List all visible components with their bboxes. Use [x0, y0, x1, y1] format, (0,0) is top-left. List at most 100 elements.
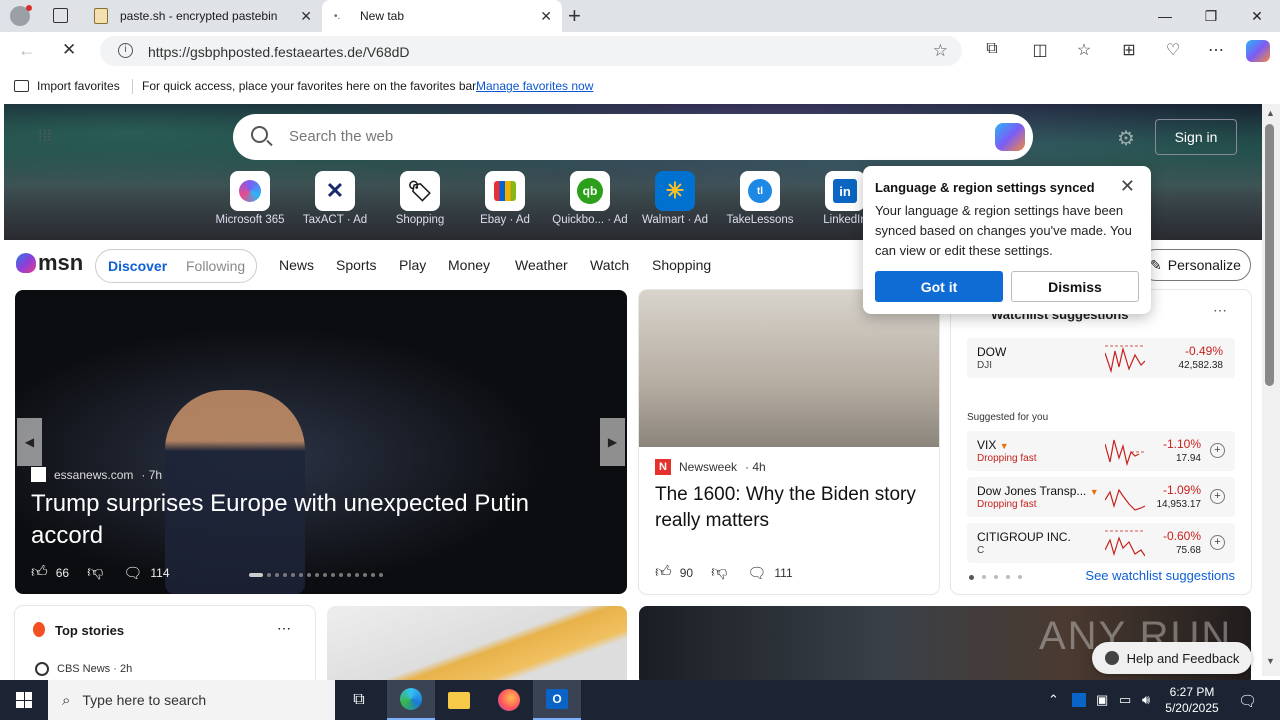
nav-play[interactable]: Play — [399, 257, 426, 273]
collections-icon[interactable]: ⊞ — [1117, 40, 1141, 62]
discover-tab[interactable]: Discover — [108, 258, 167, 274]
firefox-icon[interactable] — [485, 680, 533, 720]
nav-news[interactable]: News — [279, 257, 314, 273]
page-dot[interactable] — [982, 575, 986, 579]
meeting-icon[interactable]: ▣ — [1096, 692, 1108, 708]
network-icon[interactable]: ▭ — [1119, 692, 1131, 708]
outlook-tray-icon[interactable] — [1072, 693, 1086, 707]
carousel-dot[interactable] — [315, 573, 319, 577]
new-tab-button[interactable]: + — [568, 3, 581, 29]
top-story-source[interactable]: CBS News · 2h — [35, 662, 132, 676]
search-placeholder[interactable]: Search the web — [289, 128, 393, 145]
browser-essentials-icon[interactable]: ♡ — [1161, 40, 1185, 62]
show-hidden-icons[interactable]: ⌃ — [1048, 692, 1059, 708]
carousel-dot[interactable] — [307, 573, 311, 577]
nav-weather[interactable]: Weather — [515, 257, 568, 273]
task-view-icon[interactable]: ⧉ — [335, 680, 383, 720]
page-dot[interactable] — [969, 575, 974, 580]
got-it-button[interactable]: Got it — [875, 271, 1003, 302]
page-dot[interactable] — [1018, 575, 1022, 579]
scrollbar-thumb[interactable] — [1265, 124, 1274, 386]
close-window-button[interactable]: ✕ — [1234, 0, 1280, 32]
copilot-icon[interactable] — [1246, 40, 1270, 62]
stock-row-dow[interactable]: DOW DJI -0.49% 42,582.38 — [967, 338, 1235, 378]
sign-in-button[interactable]: Sign in — [1155, 119, 1237, 155]
search-box[interactable]: Search the web — [233, 114, 1033, 160]
quick-link-microsoft-365[interactable]: Microsoft 365 — [210, 171, 290, 226]
back-icon[interactable]: ← — [18, 40, 36, 61]
tab-paste-sh[interactable]: paste.sh - encrypted pastebin ✕ — [84, 0, 322, 32]
nav-shopping[interactable]: Shopping — [652, 257, 711, 273]
see-watchlist-link[interactable]: See watchlist suggestions — [1085, 568, 1235, 583]
carousel-dot[interactable] — [275, 573, 279, 577]
taskbar-search-placeholder[interactable]: Type here to search — [82, 692, 206, 708]
carousel-dot[interactable] — [331, 573, 335, 577]
gear-icon[interactable]: ⚙ — [1117, 126, 1135, 151]
dislike-icon[interactable]: 👎︎ — [711, 563, 727, 582]
add-to-watchlist-button[interactable]: + — [1210, 443, 1225, 458]
carousel-dot[interactable] — [267, 573, 271, 577]
copilot-search-icon[interactable] — [995, 123, 1025, 151]
carousel-dot[interactable] — [291, 573, 295, 577]
page-dot[interactable] — [1006, 575, 1010, 579]
comment-icon[interactable]: 🗨︎ — [123, 564, 142, 582]
site-info-icon[interactable]: i — [118, 43, 133, 58]
system-clock[interactable]: 6:27 PM 5/20/2025 — [1162, 684, 1222, 716]
quick-link-walmart[interactable]: ✳ Walmart · Ad — [635, 171, 715, 226]
quick-link-shopping[interactable]: 🏷 Shopping — [380, 171, 460, 226]
carousel-dot[interactable] — [347, 573, 351, 577]
close-tab-icon[interactable]: ✕ — [300, 8, 312, 25]
quick-link-ebay[interactable]: Ebay · Ad — [465, 171, 545, 226]
add-to-watchlist-button[interactable]: + — [1210, 535, 1225, 550]
taskbar-search[interactable]: ⌕ Type here to search — [48, 680, 335, 720]
nav-money[interactable]: Money — [448, 257, 490, 273]
tab-new-tab[interactable]: •. New tab ✕ — [322, 0, 562, 32]
carousel-dot[interactable] — [371, 573, 375, 577]
carousel-dot[interactable] — [323, 573, 327, 577]
quick-link-takelessons[interactable]: tl TakeLessons — [720, 171, 800, 226]
more-options-icon[interactable]: ⋯ — [1213, 302, 1227, 319]
carousel-dot[interactable] — [379, 573, 383, 577]
carousel-dot[interactable] — [363, 573, 367, 577]
carousel-next-button[interactable]: ▶ — [600, 418, 625, 466]
stock-row-vix[interactable]: VIX ▼ Dropping fast -1.10% 17.94 + — [967, 431, 1235, 471]
story-headline[interactable]: Trump surprises Europe with unexpected P… — [31, 488, 591, 552]
quick-link-quickbooks[interactable]: qb Quickbo... · Ad — [550, 171, 630, 226]
stock-row-citigroup[interactable]: CITIGROUP INC. C -0.60% 75.68 + — [967, 523, 1235, 563]
split-screen-icon[interactable]: ◫ — [1028, 40, 1052, 62]
page-dot[interactable] — [994, 575, 998, 579]
stop-loading-icon[interactable]: ✕ — [62, 40, 76, 60]
personalize-button[interactable]: ✎ Personalize — [1140, 249, 1251, 281]
pencil-story-image[interactable] — [327, 606, 627, 686]
carousel-dot[interactable] — [249, 573, 263, 577]
stock-row-djt[interactable]: Dow Jones Transp... ▼ Dropping fast -1.0… — [967, 477, 1235, 517]
news-headline[interactable]: The 1600: Why the Biden story really mat… — [655, 482, 925, 534]
comment-icon[interactable]: 🗨︎ — [747, 564, 766, 582]
manage-favorites-link[interactable]: Manage favorites now — [476, 79, 593, 93]
import-favorites-button[interactable]: Import favorites — [14, 79, 120, 93]
file-explorer-icon[interactable] — [435, 680, 483, 720]
nav-watch[interactable]: Watch — [590, 257, 629, 273]
help-feedback-button[interactable]: Help and Feedback — [1092, 642, 1252, 674]
close-tab-icon[interactable]: ✕ — [540, 8, 552, 25]
nav-sports[interactable]: Sports — [336, 257, 376, 273]
apps-launcher-icon[interactable]: ⁞⁞⁞ — [38, 128, 51, 146]
carousel-dot[interactable] — [283, 573, 287, 577]
quick-link-taxact[interactable]: ✕ TaxACT · Ad — [295, 171, 375, 226]
url-text[interactable]: https://gsbphposted.festaeartes.de/V68dD — [148, 44, 410, 60]
add-to-watchlist-button[interactable]: + — [1210, 489, 1225, 504]
dislike-icon[interactable]: 👎︎ — [87, 563, 103, 582]
carousel-dot[interactable] — [299, 573, 303, 577]
scroll-down-arrow[interactable]: ▼ — [1266, 656, 1275, 666]
main-story-card[interactable]: ◀ ▶ essanews.com · 7h Trump surprises Eu… — [15, 290, 627, 594]
carousel-dot[interactable] — [355, 573, 359, 577]
dismiss-button[interactable]: Dismiss — [1011, 271, 1139, 302]
news-card[interactable]: N Newsweek · 4h The 1600: Why the Biden … — [639, 290, 939, 594]
start-button[interactable] — [0, 680, 48, 720]
close-icon[interactable]: ✕ — [1120, 176, 1135, 197]
carousel-dot[interactable] — [339, 573, 343, 577]
restore-button[interactable]: ❐ — [1188, 0, 1234, 32]
edge-taskbar-icon[interactable] — [387, 680, 435, 720]
more-options-icon[interactable]: ⋯ — [277, 620, 291, 637]
favorites-icon[interactable]: ☆ — [1072, 40, 1096, 62]
